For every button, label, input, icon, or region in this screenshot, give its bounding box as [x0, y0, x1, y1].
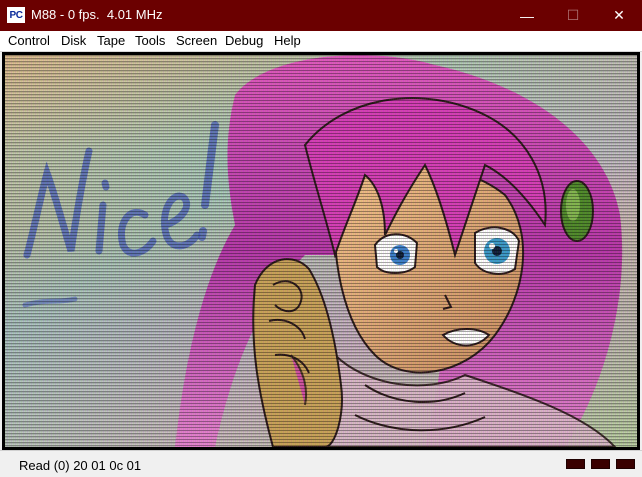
close-button[interactable]: ✕ [596, 0, 642, 31]
menu-control[interactable]: Control [7, 33, 51, 48]
status-text: Read (0) 20 01 0c 01 [19, 458, 142, 473]
menu-tape[interactable]: Tape [96, 33, 126, 48]
menu-debug[interactable]: Debug [224, 33, 264, 48]
anime-girl-illustration [5, 55, 637, 447]
window-title: M88 - 0 fps. 4.01 MHz [31, 7, 163, 22]
menu-bar: Control Disk Tape Tools Screen Debug Hel… [0, 31, 642, 52]
menu-tools[interactable]: Tools [134, 33, 166, 48]
drive-indicator-1 [566, 459, 585, 469]
minimize-button[interactable]: — [504, 0, 550, 31]
maximize-button[interactable]: ☐ [550, 0, 596, 31]
status-bar: Read (0) 20 01 0c 01 [0, 450, 642, 477]
menu-screen[interactable]: Screen [175, 33, 218, 48]
menu-disk[interactable]: Disk [60, 33, 87, 48]
title-bar[interactable]: PC M88 - 0 fps. 4.01 MHz — ☐ ✕ [0, 0, 642, 31]
app-icon[interactable]: PC [7, 7, 25, 23]
menu-help[interactable]: Help [273, 33, 302, 48]
emulator-screen[interactable] [5, 55, 637, 447]
drive-indicator-3 [616, 459, 635, 469]
drive-indicator-2 [591, 459, 610, 469]
emulator-viewport[interactable] [2, 52, 640, 450]
app-window: PC M88 - 0 fps. 4.01 MHz — ☐ ✕ Control D… [0, 0, 642, 477]
